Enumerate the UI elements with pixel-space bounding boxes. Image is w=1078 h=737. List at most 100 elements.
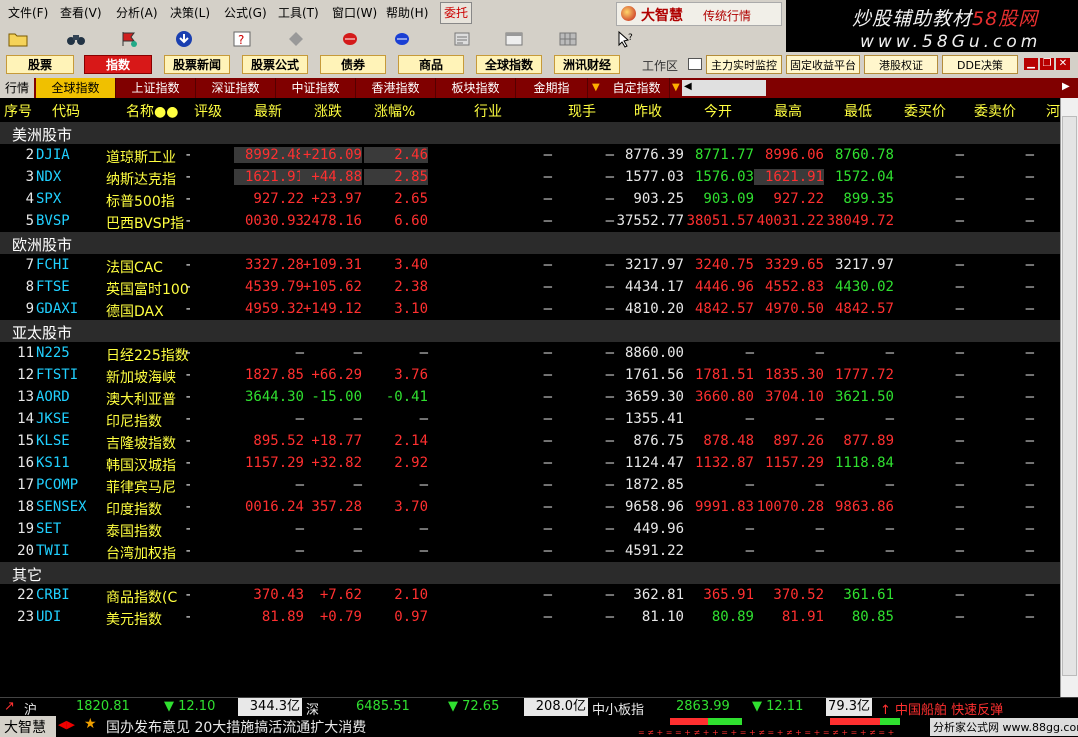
btn-global-index[interactable]: 全球指数: [476, 55, 542, 74]
menu-file[interactable]: 文件(F): [8, 4, 48, 21]
col-ask[interactable]: 委卖价: [974, 101, 1016, 121]
col-high[interactable]: 最高: [774, 101, 802, 121]
table-row[interactable]: 23 UDI 美元指数 - 81.89 +0.79 0.97 — — 81.10 80.89 81.9…: [0, 606, 1060, 628]
col-more[interactable]: 河: [1046, 101, 1060, 121]
btn-commodities[interactable]: 商品: [398, 55, 464, 74]
pointer-help-icon[interactable]: ?: [616, 30, 636, 48]
tab-sector-index[interactable]: 板块指数: [436, 78, 516, 98]
col-rating[interactable]: 评级: [194, 101, 222, 121]
table-row[interactable]: 15 KLSE 吉隆坡指数 - 895.52 +18.77 2.14 — — 876.75 878.…: [0, 430, 1060, 452]
btn-dde[interactable]: DDE决策: [942, 55, 1018, 74]
svg-text:?: ?: [628, 33, 633, 43]
work-area-label[interactable]: 工作区: [642, 57, 678, 74]
flag-icon[interactable]: [120, 30, 140, 48]
vertical-scrollbar[interactable]: [1060, 98, 1078, 697]
mail-icon[interactable]: [688, 58, 702, 70]
table-row[interactable]: 4 SPX 标普500指 - 927.22 +23.97 2.65 — — 903.25 903.0…: [0, 188, 1060, 210]
menu-window[interactable]: 窗口(W): [332, 4, 377, 21]
col-no[interactable]: 序号: [4, 101, 32, 121]
btn-fixed-income[interactable]: 固定收益平台: [786, 55, 860, 74]
help-icon[interactable]: ?: [232, 30, 252, 48]
shell-blue-icon[interactable]: [392, 30, 412, 48]
menu-help[interactable]: 帮助(H): [386, 4, 428, 21]
cell-prev: 1577.03: [624, 169, 684, 185]
tab-sh-index[interactable]: 上证指数: [116, 78, 196, 98]
cell-bid: —: [955, 433, 964, 449]
menu-tools[interactable]: 工具(T): [278, 4, 319, 21]
tab-dropdown-icon[interactable]: ▼: [592, 82, 600, 93]
table-row[interactable]: 9 GDAXI 德国DAX - 4959.32 +149.12 3.10 — — 4810.20 4…: [0, 298, 1060, 320]
tab-hk-index[interactable]: 香港指数: [356, 78, 436, 98]
tab-custom-index[interactable]: 自定指数: [604, 78, 670, 98]
btn-stock-news[interactable]: 股票新闻: [164, 55, 230, 74]
table-row[interactable]: 12 FTSTI 新加坡海峡 - 1827.85 +66.29 3.76 — — 1761.56 1…: [0, 364, 1060, 386]
binoculars-icon[interactable]: [66, 30, 86, 48]
table-row[interactable]: 19 SET 泰国指数 - — — — — — 449.96 — — — — —: [0, 518, 1060, 540]
table-row[interactable]: 16 KS11 韩国汉城指 - 1157.29 +32.82 2.92 — — 1124.47 11…: [0, 452, 1060, 474]
btn-stocks[interactable]: 股票: [6, 55, 74, 74]
col-prev-close[interactable]: 昨收: [634, 101, 662, 121]
table-row[interactable]: 5 BVSP 巴西BVSP指 -0030.93 2478.16 6.60— —37552.7…: [0, 210, 1060, 232]
diamond-icon[interactable]: [286, 30, 306, 48]
table-row[interactable]: 22 CRBI 商品指数(C - 370.43 +7.62 2.10 — — 362.81 365.…: [0, 584, 1060, 606]
section-title: 其它: [12, 566, 43, 584]
download-icon[interactable]: [174, 30, 194, 48]
shell-red-icon[interactable]: [340, 30, 360, 48]
table-row[interactable]: 3 NDX 纳斯达克指 -1621.91 +44.88 2.85— —1577.03 1576…: [0, 166, 1060, 188]
btn-hk-warrants[interactable]: 港股权证: [864, 55, 938, 74]
ticker-site[interactable]: 分析家公式网 www.88gg.com: [930, 718, 1078, 736]
status-sz-value: 6485.51: [356, 699, 410, 714]
table-row[interactable]: 17 PCOMP 菲律宾马尼 - — — — — — 1872.85 — — — — —: [0, 474, 1060, 496]
btn-index[interactable]: 指数: [84, 55, 152, 74]
grid-icon[interactable]: [558, 30, 578, 48]
col-bid[interactable]: 委买价: [904, 101, 946, 121]
tab-futures-index[interactable]: 金期指: [516, 78, 588, 98]
col-last[interactable]: 最新: [254, 101, 282, 121]
table-row[interactable]: 20 TWII 台湾加权指 - — — — — — 4591.22 — — — — —: [0, 540, 1060, 562]
menu-decision[interactable]: 决策(L): [170, 4, 210, 21]
minimize-icon[interactable]: ▁: [1024, 58, 1038, 70]
table-row[interactable]: 13 AORD 澳大利亚普 - 3644.30 -15.00 -0.41 — — 3659.30 3…: [0, 386, 1060, 408]
col-change[interactable]: 涨跌: [314, 101, 342, 121]
menu-view[interactable]: 查看(V): [60, 4, 102, 21]
market-label[interactable]: 行情: [0, 78, 34, 98]
col-name[interactable]: 名称●●: [126, 101, 178, 121]
weituo-button[interactable]: 委托: [440, 2, 472, 24]
table-row[interactable]: 2 DJIA 道琼斯工业 - 8992.48 +216.09 2.46 — — 8776.39 87…: [0, 144, 1060, 166]
folder-icon[interactable]: [8, 30, 28, 48]
cell-chg: +0.79: [319, 609, 362, 625]
scroll-thumb[interactable]: [1062, 116, 1077, 676]
btn-finance-news[interactable]: 洲讯财经: [554, 55, 620, 74]
window-icon[interactable]: [504, 30, 524, 48]
ticker-arrows-icon[interactable]: ◀▶: [58, 718, 75, 731]
btn-main-monitor[interactable]: 主力实时监控: [706, 55, 782, 74]
star-icon: ★: [84, 716, 97, 732]
tab-dropdown-icon-2[interactable]: ▼: [672, 82, 680, 93]
col-code[interactable]: 代码: [52, 101, 80, 121]
btn-bonds[interactable]: 债券: [320, 55, 386, 74]
restore-icon[interactable]: ❐: [1040, 58, 1054, 70]
col-pct[interactable]: 涨幅%: [374, 101, 415, 121]
scroll-right-icon[interactable]: ▶: [1062, 81, 1070, 92]
tab-csi-index[interactable]: 中证指数: [276, 78, 356, 98]
col-industry[interactable]: 行业: [474, 101, 502, 121]
btn-stock-formula[interactable]: 股票公式: [242, 55, 308, 74]
tab-scrollbar[interactable]: ◀: [682, 80, 766, 96]
col-open[interactable]: 今开: [704, 101, 732, 121]
ticker-news[interactable]: 国办发布意见 20大措施搞活流通扩大消费: [106, 717, 366, 737]
tab-global-index[interactable]: 全球指数: [36, 78, 116, 98]
cell-ask: —: [1025, 389, 1034, 405]
table-row[interactable]: 11 N225 日经225指数 - — — — — — 8860.00 — — — — —: [0, 342, 1060, 364]
table-row[interactable]: 18 SENSEX 印度指数 - 0016.24 357.28 3.70 — — 9658.96 9…: [0, 496, 1060, 518]
col-volume[interactable]: 现手: [568, 101, 596, 121]
close-icon[interactable]: ✕: [1056, 58, 1070, 70]
tab-sz-index[interactable]: 深证指数: [196, 78, 276, 98]
table-row[interactable]: 8 FTSE 英国富时100- 4539.79 +105.62 2.38 — — 4434.17…: [0, 276, 1060, 298]
scroll-left-icon[interactable]: ◀: [684, 81, 692, 92]
table-row[interactable]: 7 FCHI 法国CAC - 3327.28 +109.31 3.40 — — 3217.97 32…: [0, 254, 1060, 276]
col-low[interactable]: 最低: [844, 101, 872, 121]
menu-formula[interactable]: 公式(G): [224, 4, 267, 21]
report-icon[interactable]: [452, 30, 472, 48]
menu-analysis[interactable]: 分析(A): [116, 4, 158, 21]
table-row[interactable]: 14 JKSE 印尼指数 - — — — — — 1355.41 — — — — —: [0, 408, 1060, 430]
